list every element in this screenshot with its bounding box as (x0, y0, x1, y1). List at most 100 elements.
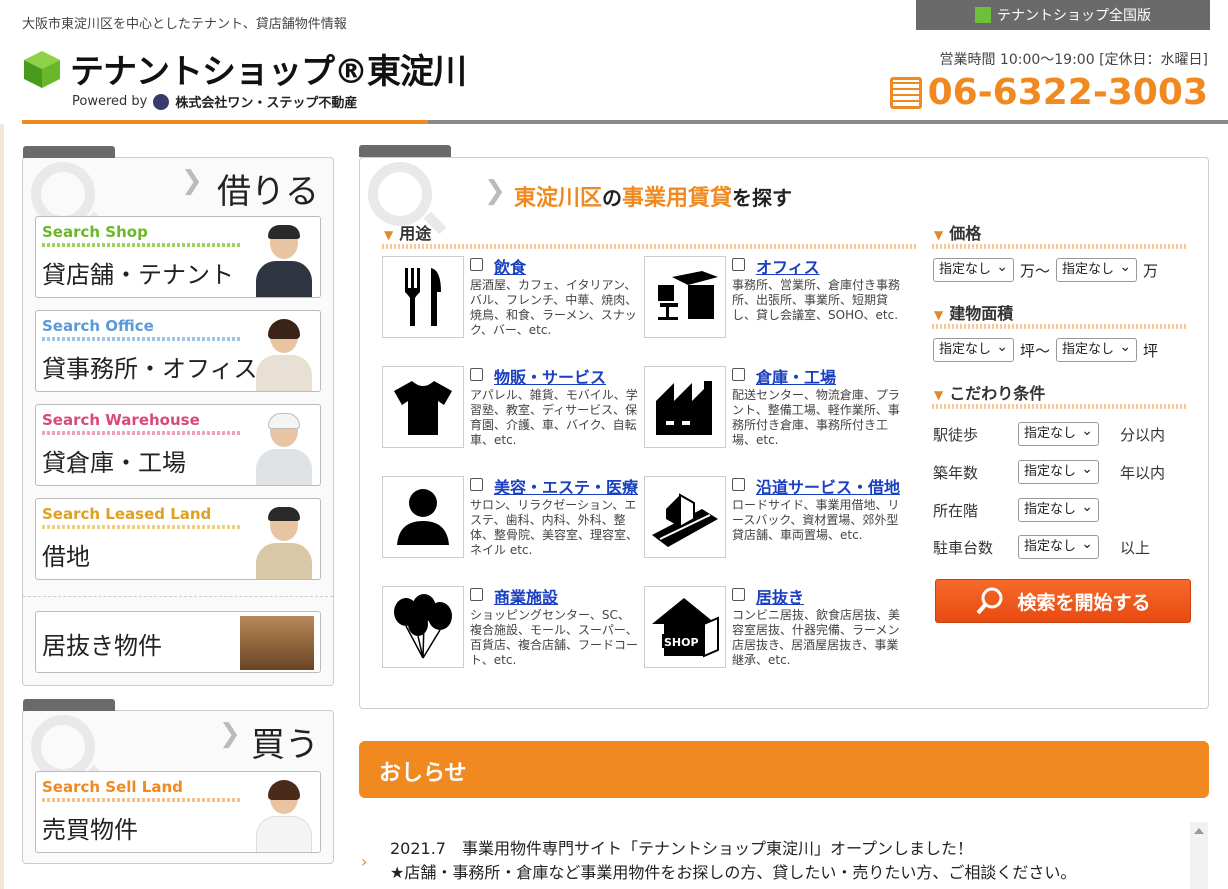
news-scrollbar[interactable] (1190, 822, 1208, 889)
use-item-beauty: 美容・エステ・医療 サロン、リラクゼーション、エステ、歯科、内科、外科、整体、整… (382, 476, 640, 560)
use-description: 居酒屋、カフェ、イタリアン、バル、フレンチ、中華、焼肉、焼鳥、和食、ラーメン、ス… (470, 278, 638, 337)
roadside-house-icon (644, 476, 726, 558)
buy-panel: ❯ 買う Search Sell Land 売買物件 (22, 699, 334, 864)
card-jp-label: 貸店舗・テナント (42, 261, 234, 289)
rent-panel: ❯ 借りる Search Shop 貸店舗・テナント Search Office… (22, 146, 334, 686)
floor-label: 所在階 (933, 502, 979, 520)
area-min-select[interactable]: 指定なし (933, 336, 1015, 362)
use-checkbox[interactable] (732, 588, 745, 601)
conditions-heading-label: こだわり条件 (949, 384, 1046, 403)
use-item-inuki: SHOP 居抜き コンビニ居抜、飲食店居抜、美容室居抜、什器完備、ラーメン店居抜… (644, 586, 902, 670)
card-jp-label: 借地 (42, 543, 90, 571)
floor-select[interactable]: 指定なし (1018, 496, 1100, 522)
buy-title: 買う (251, 725, 319, 765)
card-en-label: Search Leased Land (42, 505, 212, 523)
card-stripe (42, 337, 242, 341)
use-item-retail: 物販・サービス アパレル、雑貨、モバイル、学習塾、教室、ディサービス、保育園、介… (382, 366, 640, 450)
header-divider-accent (22, 120, 428, 124)
search-leased-land-card[interactable]: Search Leased Land 借地 (35, 498, 321, 580)
use-item-warehouse: 倉庫・工場 配送センター、物流倉庫、プラント、整備工場、軽作業所、事務所付き倉庫… (644, 366, 902, 450)
national-site-button[interactable]: テナントショップ全国版 (916, 0, 1210, 30)
inuki-card[interactable]: 居抜き物件 (35, 611, 321, 673)
use-link[interactable]: 倉庫・工場 (756, 364, 836, 388)
use-description: サロン、リラクゼーション、エステ、歯科、内科、外科、整体、整骨院、美容室、理容室… (470, 498, 639, 557)
page: 大阪市東淀川区を中心としたテナント、貸店舗物件情報 テナントショップ®東淀川 P… (0, 0, 1228, 889)
age-select[interactable]: 指定なし (1018, 458, 1100, 484)
triangle-icon: ▼ (934, 388, 944, 402)
card-jp-label: 居抜き物件 (42, 632, 162, 660)
phone-number-text: 06-6322-3003 (927, 72, 1208, 113)
magnifier-decoration-icon (31, 715, 95, 779)
balloons-icon (382, 586, 464, 668)
site-logo[interactable]: テナントショップ®東淀川 (22, 44, 467, 93)
interior-photo (240, 616, 314, 670)
use-item-roadside: 沿道サービス・借地 ロードサイド、事業用借地、リースバック、資材置場、郊外型貸店… (644, 476, 902, 560)
price-range-sep: 万〜 (1020, 261, 1051, 280)
use-link[interactable]: 沿道サービス・借地 (756, 474, 900, 498)
title-suffix: を探す (732, 186, 793, 210)
tagline: 大阪市東淀川区を中心としたテナント、貸店舗物件情報 (22, 17, 347, 32)
walk-select[interactable]: 指定なし (1018, 420, 1100, 446)
phone-number[interactable]: 06-6322-3003 (889, 72, 1208, 113)
scroll-up-icon[interactable] (1194, 828, 1204, 834)
cube-logo-icon (24, 50, 60, 88)
area-max-select[interactable]: 指定なし (1056, 336, 1138, 362)
header: 大阪市東淀川区を中心としたテナント、貸店舗物件情報 テナントショップ®東淀川 P… (0, 0, 1228, 124)
use-link[interactable]: 居抜き (756, 584, 804, 608)
area-range-sep: 坪〜 (1020, 341, 1051, 360)
use-description: コンビニ居抜、飲食店居抜、美容室居抜、什器完備、ラーメン店居抜き、居酒屋居抜き、… (732, 608, 901, 667)
use-checkbox[interactable] (732, 368, 745, 381)
header-divider (428, 120, 1228, 124)
section-rule (932, 404, 1188, 409)
use-link[interactable]: 商業施設 (494, 584, 558, 608)
panel-tab (359, 145, 451, 157)
powered-by-label: Powered by (72, 94, 148, 109)
phone-icon (889, 76, 922, 109)
use-link[interactable]: 美容・エステ・医療 (494, 474, 638, 498)
search-shop-card[interactable]: Search Shop 貸店舗・テナント (35, 216, 321, 298)
card-stripe (42, 431, 242, 435)
walk-label: 駅徒歩 (933, 426, 979, 444)
card-stripe (42, 525, 242, 529)
businesswoman-photo (252, 317, 314, 391)
rent-title: 借りる (217, 172, 319, 212)
page-edge-decoration (0, 124, 4, 889)
search-office-card[interactable]: Search Office 貸事務所・オフィス (35, 310, 321, 392)
area-row: 指定なし 坪〜 指定なし 坪 (933, 336, 1159, 362)
office-desk-icon (644, 256, 726, 338)
fork-knife-icon (382, 256, 464, 338)
area-heading-label: 建物面積 (949, 304, 1014, 323)
use-checkbox[interactable] (732, 478, 745, 491)
use-checkbox[interactable] (470, 258, 483, 271)
search-sell-land-card[interactable]: Search Sell Land 売買物件 (35, 771, 321, 853)
area-unit: 坪 (1143, 341, 1159, 360)
price-min-select[interactable]: 指定なし (933, 256, 1015, 282)
triangle-icon: ▼ (934, 228, 944, 242)
news-line: 2021.7 事業用物件専門サイト「テナントショップ東淀川」オープンしました！ (390, 839, 974, 858)
parking-select[interactable]: 指定なし (1018, 533, 1100, 559)
parking-unit: 以上 (1120, 539, 1151, 557)
powered-by: Powered by 株式会社ワン・ステップ不動産 (72, 92, 357, 111)
panel-tab (23, 146, 115, 158)
use-checkbox[interactable] (470, 368, 483, 381)
use-item-office: オフィス 事務所、営業所、倉庫付き事務所、出張所、事業所、短期貸し、貸し会議室、… (644, 256, 902, 340)
use-link[interactable]: オフィス (756, 254, 820, 278)
svg-text:SHOP: SHOP (664, 636, 699, 649)
use-checkbox[interactable] (732, 258, 745, 271)
use-link[interactable]: 飲食 (494, 254, 526, 278)
search-icon (976, 587, 1003, 615)
section-rule (382, 244, 918, 249)
use-checkbox[interactable] (470, 478, 483, 491)
price-max-select[interactable]: 指定なし (1056, 256, 1138, 282)
age-unit: 年以内 (1120, 464, 1166, 482)
use-description: 配送センター、物流倉庫、プラント、整備工場、軽作業所、事務所付き倉庫、事務所付き… (732, 388, 900, 447)
parking-label: 駐車台数 (933, 539, 994, 557)
company-mark-icon (153, 93, 170, 110)
use-checkbox[interactable] (470, 588, 483, 601)
divider (23, 596, 333, 598)
use-link[interactable]: 物販・サービス (494, 364, 606, 388)
search-warehouse-card[interactable]: Search Warehouse 貸倉庫・工場 (35, 404, 321, 486)
card-stripe (42, 243, 242, 247)
arrow-decoration-icon: ❯ (181, 166, 203, 196)
search-start-button[interactable]: 検索を開始する (935, 579, 1191, 623)
